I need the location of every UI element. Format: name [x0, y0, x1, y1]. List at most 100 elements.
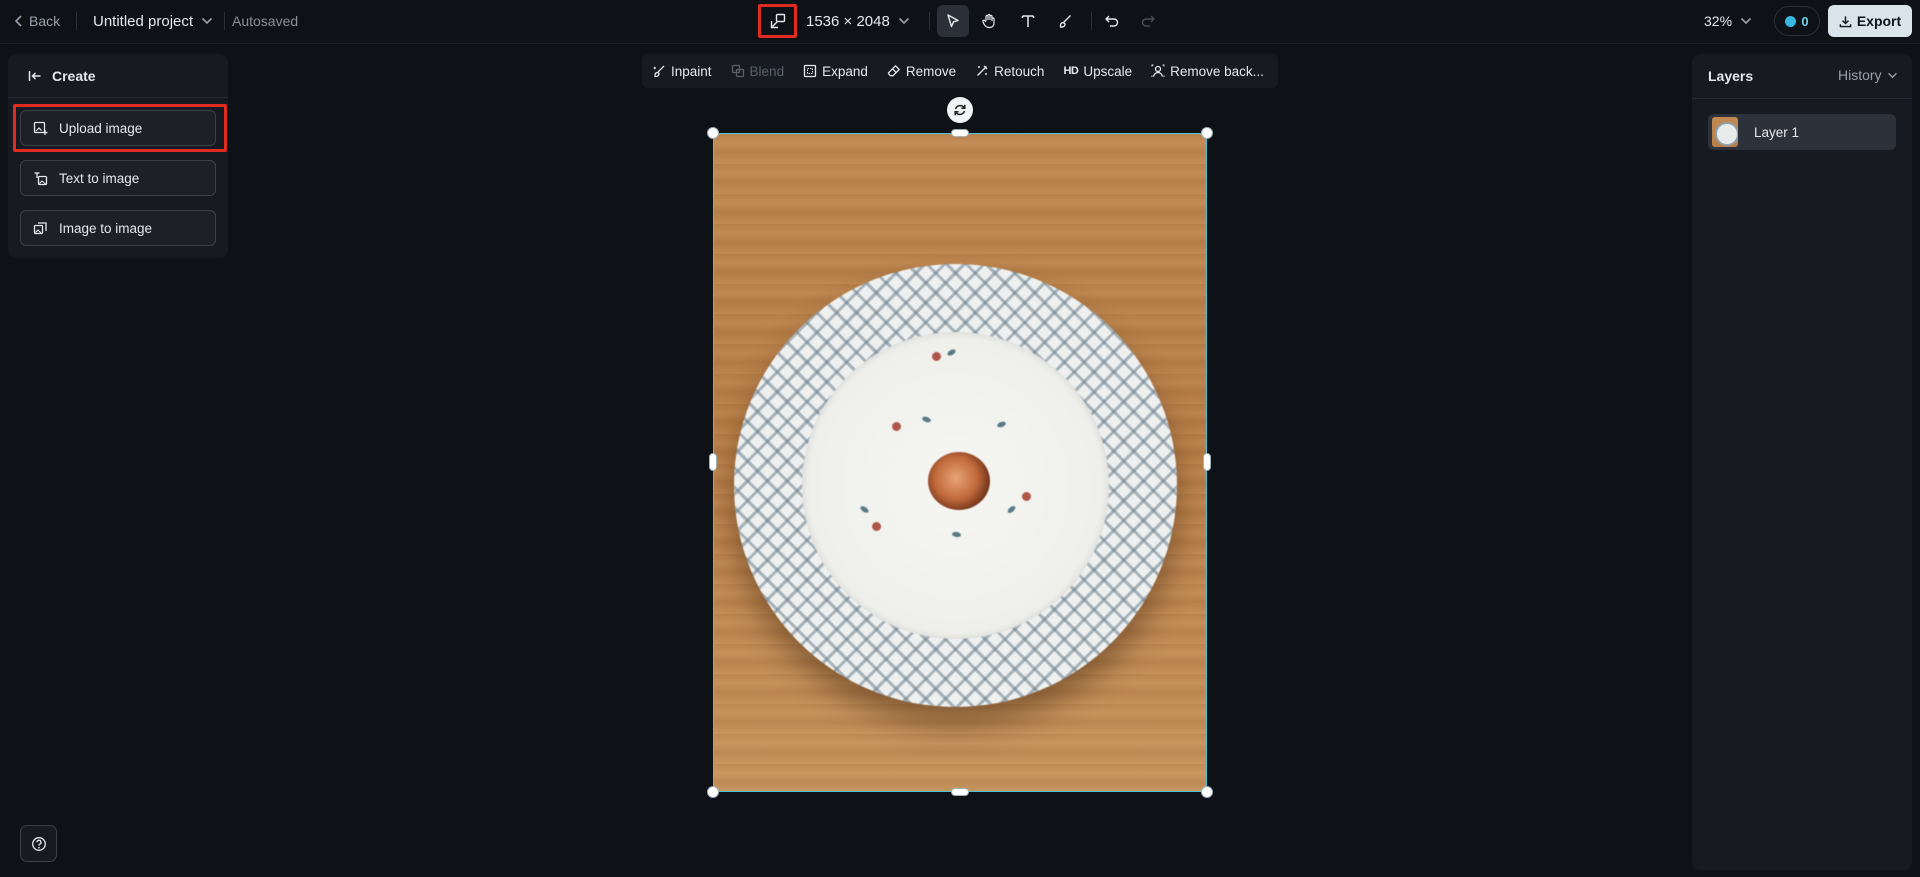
download-icon	[1839, 15, 1852, 28]
back-button[interactable]: Back	[14, 0, 60, 42]
image-to-image-label: Image to image	[59, 220, 153, 236]
credits-badge[interactable]: 0	[1774, 6, 1820, 36]
pan-tool-button[interactable]	[973, 5, 1005, 37]
layer-name: Layer 1	[1754, 124, 1800, 140]
eraser-icon	[887, 64, 901, 78]
plate-image	[734, 264, 1177, 707]
flower-motif	[872, 522, 881, 531]
help-button[interactable]	[20, 825, 57, 862]
chevron-down-icon	[1887, 72, 1898, 79]
divider	[224, 12, 225, 30]
undo-button[interactable]	[1096, 5, 1128, 37]
canvas-image-layer[interactable]	[713, 133, 1207, 792]
flower-motif	[932, 352, 941, 361]
redo-button[interactable]	[1132, 5, 1164, 37]
create-panel-title: Create	[52, 67, 96, 84]
remove-button[interactable]: Remove	[887, 64, 956, 79]
brush-tool-button[interactable]	[1049, 5, 1081, 37]
top-bar: Back Untitled project Autosaved 1536 × 2…	[0, 0, 1920, 44]
upscale-label: Upscale	[1083, 63, 1133, 79]
leaf-motif	[951, 531, 962, 538]
chevron-down-icon	[201, 17, 213, 25]
hd-icon: HD	[1063, 65, 1079, 77]
credit-coin-icon	[1785, 15, 1797, 27]
leaf-motif	[946, 348, 957, 357]
flower-motif	[1022, 492, 1031, 501]
image-to-image-button[interactable]: Image to image	[20, 210, 216, 246]
remove-label: Remove	[905, 63, 957, 79]
layers-panel: Layers History Layer 1	[1692, 54, 1912, 870]
text-to-image-label: Text to image	[59, 170, 140, 186]
project-name: Untitled project	[93, 12, 194, 30]
chevron-down-icon	[898, 17, 910, 25]
retouch-button[interactable]: Retouch	[975, 64, 1044, 79]
remove-background-button[interactable]: Remove back...	[1151, 64, 1264, 79]
layers-tab[interactable]: Layers	[1708, 68, 1753, 84]
redo-icon	[1140, 13, 1156, 29]
history-label: History	[1838, 67, 1882, 83]
retouch-icon	[975, 64, 989, 78]
text-tool-button[interactable]	[1012, 5, 1044, 37]
remove-background-icon	[1151, 64, 1165, 78]
leaf-motif	[996, 420, 1007, 429]
divider	[76, 12, 77, 30]
rotate-handle[interactable]	[947, 97, 973, 123]
canvas-size: 1536 × 2048	[806, 12, 890, 30]
leaf-motif	[1006, 504, 1017, 515]
inpaint-button[interactable]: Inpaint	[652, 64, 712, 79]
select-tool-button[interactable]	[937, 5, 969, 37]
chevron-down-icon	[1740, 17, 1752, 25]
leaf-motif	[921, 415, 932, 424]
resize-canvas-button[interactable]	[758, 4, 797, 38]
resize-handle-right[interactable]	[1203, 453, 1211, 471]
resize-handle-top-left[interactable]	[707, 127, 719, 139]
zoom-dropdown[interactable]: 32%	[1704, 0, 1752, 42]
resize-handle-bottom-left[interactable]	[707, 786, 719, 798]
zoom-level: 32%	[1704, 13, 1733, 29]
canvas-size-dropdown[interactable]: 1536 × 2048	[806, 0, 910, 42]
resize-handle-top[interactable]	[951, 129, 969, 137]
back-label: Back	[29, 13, 61, 29]
hand-icon	[981, 13, 997, 29]
layer-item[interactable]: Layer 1	[1708, 114, 1896, 150]
create-panel-header[interactable]: Create	[8, 54, 228, 98]
create-panel: Create Upload image Text to image Image …	[8, 54, 228, 258]
credit-count: 0	[1801, 13, 1809, 29]
undo-icon	[1104, 13, 1120, 29]
text-icon	[1020, 13, 1036, 29]
plate-center	[802, 332, 1109, 639]
blend-button[interactable]: Blend	[731, 63, 785, 79]
expand-label: Expand	[822, 63, 868, 79]
divider	[1091, 12, 1092, 30]
image-actions-toolbar: Inpaint Blend Expand Remove Retouch HD U…	[642, 54, 1278, 88]
rotate-icon	[953, 103, 967, 117]
divider	[1692, 98, 1912, 99]
retouch-label: Retouch	[994, 63, 1045, 79]
cursor-arrow-icon	[945, 13, 961, 29]
history-dropdown[interactable]: History	[1838, 67, 1898, 83]
collapse-left-icon	[28, 70, 42, 82]
upload-image-highlight	[13, 104, 227, 152]
resize-icon	[770, 13, 786, 29]
brush-icon	[1057, 13, 1073, 29]
export-button[interactable]: Export	[1828, 5, 1912, 37]
project-name-dropdown[interactable]: Untitled project	[93, 0, 213, 42]
blend-icon	[731, 64, 745, 78]
text-to-image-button[interactable]: Text to image	[20, 160, 216, 196]
layer-thumbnail	[1712, 117, 1738, 147]
export-label: Export	[1856, 13, 1902, 29]
remove-background-label: Remove back...	[1170, 63, 1264, 79]
blend-label: Blend	[749, 63, 785, 79]
resize-handle-bottom-right[interactable]	[1201, 786, 1213, 798]
expand-icon	[803, 64, 817, 78]
upscale-button[interactable]: HD Upscale	[1063, 64, 1132, 79]
chevron-left-icon	[14, 14, 24, 28]
resize-handle-left[interactable]	[709, 453, 717, 471]
flower-motif	[892, 422, 901, 431]
fig-image	[928, 452, 990, 510]
resize-handle-top-right[interactable]	[1201, 127, 1213, 139]
leaf-motif	[859, 504, 870, 515]
resize-handle-bottom[interactable]	[951, 788, 969, 796]
expand-button[interactable]: Expand	[803, 64, 868, 79]
inpaint-label: Inpaint	[671, 63, 712, 79]
